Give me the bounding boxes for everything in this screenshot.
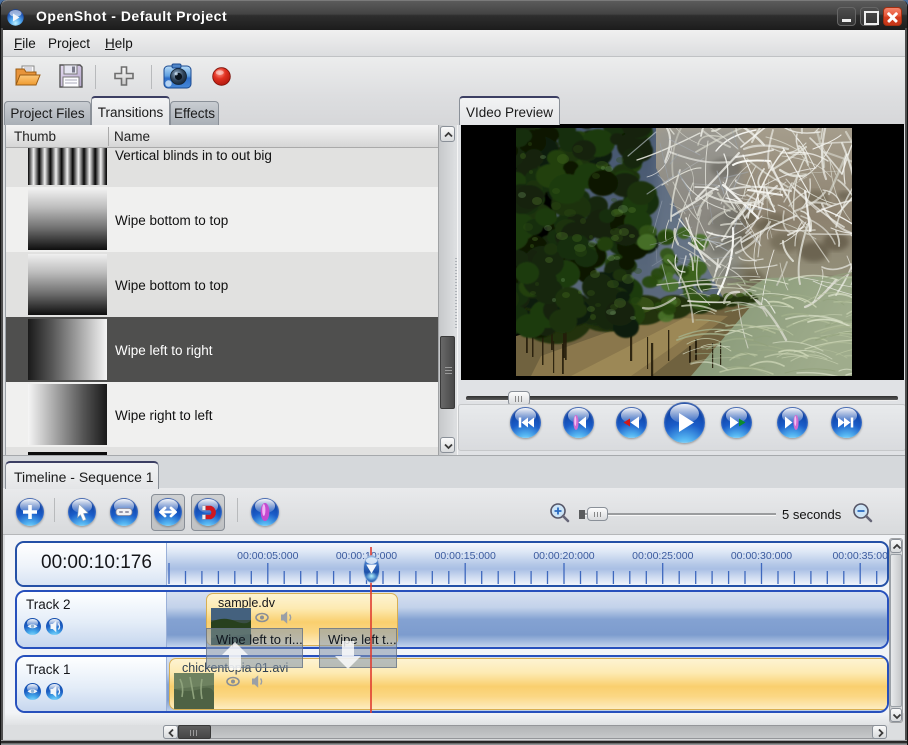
svg-text:00:00:15:000: 00:00:15:000 — [435, 550, 496, 562]
svg-text:00:00:25:000: 00:00:25:000 — [632, 550, 693, 562]
svg-text:00:00:20:000: 00:00:20:000 — [533, 550, 594, 562]
svg-text:00:00:30:000: 00:00:30:000 — [731, 550, 792, 562]
svg-text:00:00:35:00: 00:00:35:00 — [832, 550, 888, 562]
svg-text:00:00:05:000: 00:00:05:000 — [237, 550, 298, 562]
